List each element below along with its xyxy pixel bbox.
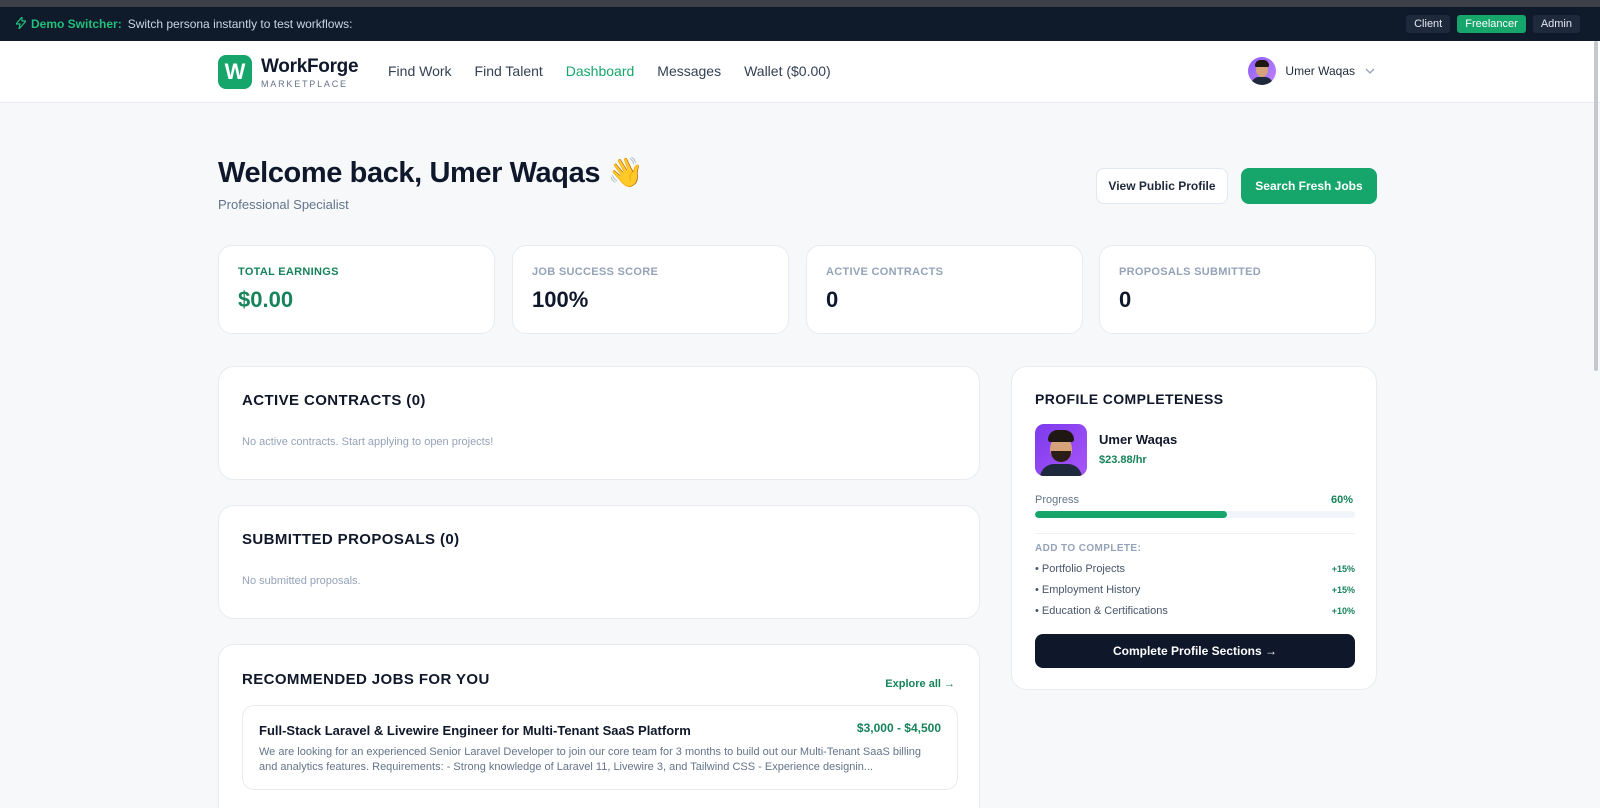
stat-label: JOB SUCCESS SCORE <box>532 266 659 278</box>
brand-subtitle: MARKETPLACE <box>261 79 348 89</box>
profile-name: Umer Waqas <box>1099 432 1178 447</box>
active-contracts-card: ACTIVE CONTRACTS (0) No active contracts… <box>218 366 980 480</box>
page-title: Welcome back, Umer Waqas 👋 <box>218 157 644 189</box>
demo-switcher-bar: Demo Switcher: Switch persona instantly … <box>0 7 1600 41</box>
persona-client-button[interactable]: Client <box>1406 15 1451 33</box>
progress-label: Progress <box>1035 494 1080 506</box>
stat-label: TOTAL EARNINGS <box>238 266 339 278</box>
stat-value: 0 <box>826 287 839 312</box>
nav-find-work[interactable]: Find Work <box>388 63 452 79</box>
add-item-label: • Education & Certifications <box>1035 605 1168 617</box>
job-card[interactable]: Full-Stack Laravel & Livewire Engineer f… <box>242 705 958 790</box>
window-top-strip <box>0 0 1600 7</box>
profile-completeness-card: PROFILE COMPLETENESS Umer Waqas $23.88/h… <box>1011 366 1377 690</box>
stat-active-contracts: ACTIVE CONTRACTS 0 <box>806 245 1083 334</box>
complete-profile-button[interactable]: Complete Profile Sections → <box>1035 634 1355 668</box>
job-title[interactable]: Full-Stack Laravel & Livewire Engineer f… <box>259 723 941 738</box>
active-contracts-empty: No active contracts. Start applying to o… <box>242 436 494 448</box>
profile-completeness-title: PROFILE COMPLETENESS <box>1035 391 1224 407</box>
stat-total-earnings: TOTAL EARNINGS $0.00 <box>218 245 495 334</box>
add-item-points: +10% <box>1331 606 1355 616</box>
bolt-icon <box>14 14 28 32</box>
submitted-proposals-card: SUBMITTED PROPOSALS (0) No submitted pro… <box>218 505 980 619</box>
profile-rate: $23.88/hr <box>1099 454 1147 466</box>
active-contracts-title: ACTIVE CONTRACTS (0) <box>242 392 426 409</box>
stat-value: 100% <box>532 287 589 312</box>
nav-wallet[interactable]: Wallet ($0.00) <box>744 63 831 79</box>
nav-messages[interactable]: Messages <box>657 63 721 79</box>
progress-value: 60% <box>1330 494 1353 506</box>
nav-dashboard[interactable]: Dashboard <box>566 63 635 79</box>
add-to-complete-title: ADD TO COMPLETE: <box>1035 543 1142 554</box>
submitted-proposals-title: SUBMITTED PROPOSALS (0) <box>242 531 460 548</box>
persona-freelancer-button[interactable]: Freelancer <box>1457 15 1526 33</box>
job-description: We are looking for an experienced Senior… <box>259 746 921 773</box>
stat-label: ACTIVE CONTRACTS <box>826 266 944 278</box>
page-subtitle: Professional Specialist <box>218 197 349 212</box>
add-item-label: • Employment History <box>1035 584 1141 596</box>
add-item-employment[interactable]: • Employment History +15% <box>1035 584 1355 600</box>
profile-avatar <box>1035 424 1087 476</box>
add-item-points: +15% <box>1331 564 1355 574</box>
stat-job-success-score: JOB SUCCESS SCORE 100% <box>512 245 789 334</box>
logo-icon[interactable]: W <box>218 55 252 89</box>
search-fresh-jobs-button[interactable]: Search Fresh Jobs <box>1241 168 1377 204</box>
view-public-profile-button[interactable]: View Public Profile <box>1096 168 1228 204</box>
divider <box>1035 533 1355 534</box>
demo-switcher-text: Switch persona instantly to test workflo… <box>127 17 353 31</box>
add-item-education[interactable]: • Education & Certifications +10% <box>1035 605 1355 621</box>
avatar[interactable] <box>1248 57 1277 85</box>
user-menu[interactable]: Umer Waqas <box>1248 57 1375 85</box>
add-item-points: +15% <box>1331 585 1355 595</box>
chevron-down-icon[interactable] <box>1365 65 1375 77</box>
submitted-proposals-empty: No submitted proposals. <box>242 575 361 587</box>
recommended-jobs-title: RECOMMENDED JOBS FOR YOU <box>242 671 490 688</box>
job-budget: $3,000 - $4,500 <box>856 721 941 735</box>
main-navbar: W WorkForge MARKETPLACE Find Work Find T… <box>0 41 1600 103</box>
brand-name[interactable]: WorkForge <box>261 56 359 78</box>
persona-switcher: Client Freelancer Admin <box>1406 15 1580 33</box>
stat-proposals-submitted: PROPOSALS SUBMITTED 0 <box>1099 245 1376 334</box>
recommended-jobs-card: RECOMMENDED JOBS FOR YOU Explore all → F… <box>218 644 980 808</box>
nav-links: Find Work Find Talent Dashboard Messages… <box>388 63 831 79</box>
persona-admin-button[interactable]: Admin <box>1532 15 1580 33</box>
progress-bar <box>1035 511 1355 518</box>
demo-switcher-label: Demo Switcher: <box>31 17 122 31</box>
nav-find-talent[interactable]: Find Talent <box>475 63 543 79</box>
add-item-label: • Portfolio Projects <box>1035 563 1126 575</box>
add-item-portfolio[interactable]: • Portfolio Projects +15% <box>1035 563 1355 579</box>
progress-fill <box>1035 511 1227 518</box>
stat-label: PROPOSALS SUBMITTED <box>1119 266 1261 278</box>
scrollbar[interactable] <box>1594 41 1598 371</box>
user-name[interactable]: Umer Waqas <box>1285 64 1355 78</box>
explore-all-link[interactable]: Explore all → <box>885 678 955 690</box>
stat-value: $0.00 <box>238 287 294 312</box>
stat-value: 0 <box>1119 287 1132 312</box>
